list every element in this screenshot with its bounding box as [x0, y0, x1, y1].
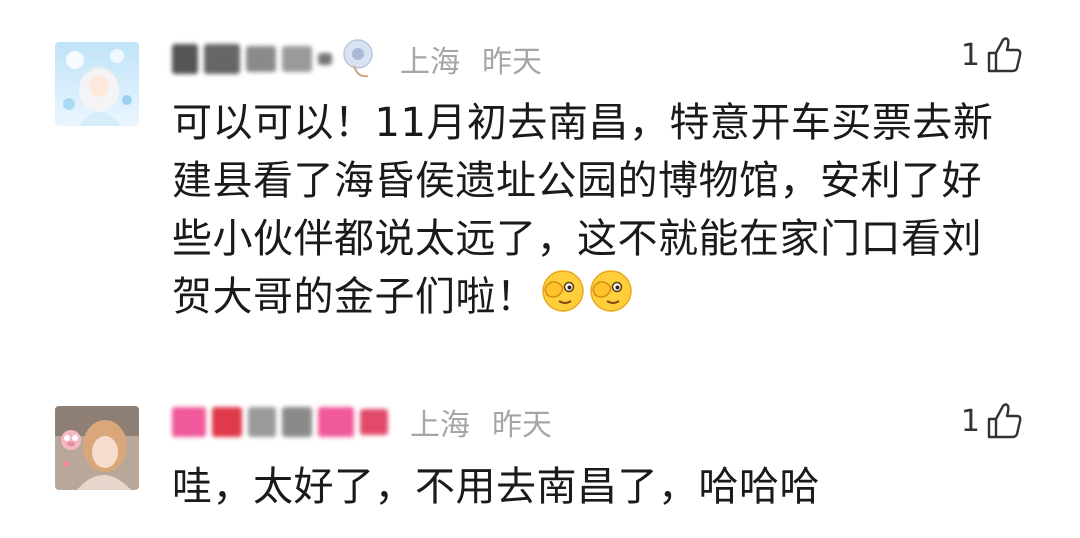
comment-text: 哇，太好了，不用去南昌了，哈哈哈	[172, 464, 820, 510]
blurred-glyph	[172, 44, 198, 74]
flower-sticker-icon	[343, 39, 373, 78]
like-button[interactable]: 1	[961, 402, 1022, 440]
blurred-glyph	[318, 53, 332, 65]
comment-meta: 上海 昨天	[400, 37, 542, 81]
covering-eye-emoji	[541, 269, 585, 329]
comment-header: 上海 昨天	[172, 396, 552, 448]
avatar[interactable]	[55, 406, 139, 490]
location-label: 上海	[410, 408, 470, 443]
avatar-image	[55, 406, 139, 490]
blurred-glyph	[204, 44, 240, 74]
username-blurred[interactable]	[172, 39, 378, 79]
comment-text-block: 哇，太好了，不用去南昌了，哈哈哈	[172, 458, 1022, 516]
blurred-glyph	[246, 46, 276, 72]
comment-text-block: 可以可以！11月初去南昌，特意开车买票去新建县看了海昏侯遗址公园的博物馆，安利了…	[172, 94, 1022, 329]
blurred-glyph	[172, 407, 206, 437]
comment-list: 上海 昨天 1 可以可以！11月初去南昌，特意开车买票去新建县看了海昏侯遗址公园…	[0, 0, 1080, 538]
thumbs-up-outline-icon	[987, 37, 1022, 73]
avatar[interactable]	[55, 42, 139, 126]
avatar-image	[55, 42, 139, 126]
thumbs-up-outline-icon	[987, 403, 1022, 439]
like-button[interactable]: 1	[961, 36, 1022, 74]
time-label: 昨天	[492, 408, 552, 443]
blurred-glyph	[282, 46, 312, 72]
comment-item: 上海 昨天 1 哇，太好了，不用去南昌了，哈哈哈	[0, 392, 1080, 522]
covering-eye-emoji	[589, 269, 633, 329]
comment-meta: 上海 昨天	[410, 400, 552, 444]
like-count: 1	[960, 37, 980, 73]
comment-item: 上海 昨天 1 可以可以！11月初去南昌，特意开车买票去新建县看了海昏侯遗址公园…	[0, 30, 1080, 330]
blurred-glyph	[360, 409, 388, 435]
location-label: 上海	[400, 45, 460, 80]
blurred-glyph	[282, 407, 312, 437]
comment-header: 上海 昨天	[172, 33, 542, 85]
blurred-glyph	[248, 407, 276, 437]
like-count: 1	[960, 403, 980, 439]
time-label: 昨天	[482, 45, 542, 80]
blurred-glyph	[318, 407, 354, 437]
blurred-glyph	[212, 407, 242, 437]
username-blurred[interactable]	[172, 402, 388, 442]
